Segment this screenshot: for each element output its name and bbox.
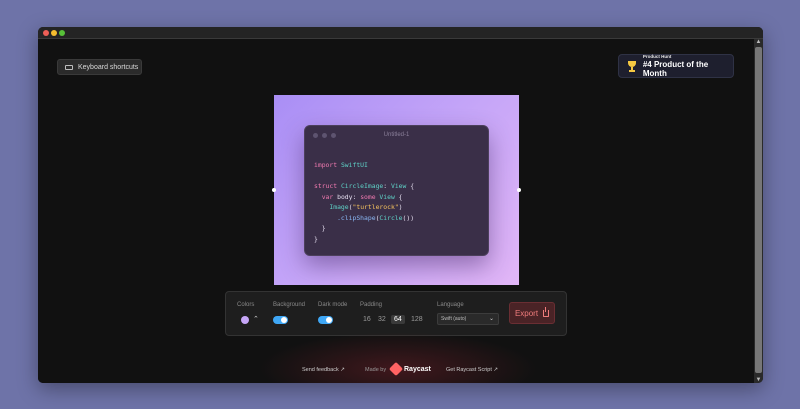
language-value: Swift (auto) <box>441 316 467 322</box>
code-token: Circle <box>379 213 403 222</box>
get-raycast-script-link[interactable]: Get Raycast Script ↗ <box>446 367 498 373</box>
code-token: } <box>314 234 318 243</box>
export-button[interactable]: Export <box>509 302 555 324</box>
title-bar <box>38 27 763 39</box>
resize-handle-right[interactable] <box>517 188 521 192</box>
code-token: ) <box>398 203 403 211</box>
vertical-scrollbar[interactable]: ▲ ▼ <box>754 39 763 383</box>
dark-mode-toggle[interactable] <box>318 316 333 324</box>
code-token: var <box>314 192 334 201</box>
badge-title: #4 Product of the Month <box>642 60 709 78</box>
footer-glow <box>248 329 548 383</box>
maximize-window-button[interactable] <box>59 30 65 36</box>
background-toggle[interactable] <box>273 316 288 324</box>
code-token: } <box>314 224 326 232</box>
code-line: Image("turtlerock") <box>314 202 414 213</box>
close-window-button[interactable] <box>43 30 49 36</box>
code-token: View <box>390 182 407 190</box>
code-line: .clipShape(Circle()) <box>314 213 414 224</box>
code-line: var body: some View { <box>314 192 414 203</box>
code-editor[interactable]: import SwiftUI struct CircleImage: View … <box>314 160 414 244</box>
code-token: CircleImage <box>337 182 384 190</box>
code-token: : <box>383 182 391 190</box>
dark-mode-label: Dark mode <box>318 302 348 308</box>
app-window: Keyboard shortcuts Product Hunt #4 Produ… <box>38 27 763 383</box>
minimize-window-button[interactable] <box>51 30 57 36</box>
chevron-up-icon[interactable]: ⌃ <box>253 315 259 323</box>
code-line: } <box>314 234 414 245</box>
code-token: Image <box>314 203 349 211</box>
code-line: import SwiftUI <box>314 160 414 171</box>
code-token: "turtlerock" <box>352 203 399 211</box>
send-feedback-link[interactable]: Send feedback ↗ <box>302 367 345 373</box>
language-select[interactable]: Swift (auto) ⌄ <box>437 313 499 325</box>
padding-label: Padding <box>360 302 383 308</box>
keyboard-shortcuts-button[interactable]: Keyboard shortcuts <box>57 59 142 75</box>
code-token: import <box>314 161 338 169</box>
language-label: Language <box>437 302 464 308</box>
code-token: { <box>406 182 415 190</box>
export-label: Export <box>514 308 539 318</box>
code-token: { <box>394 192 403 201</box>
code-token: SwiftUI <box>337 161 368 169</box>
raycast-brand[interactable]: Raycast <box>404 366 431 373</box>
color-swatch[interactable] <box>241 316 249 324</box>
colors-label: Colors <box>237 302 255 308</box>
padding-option-32[interactable]: 32 <box>375 315 389 324</box>
code-token: struct <box>314 182 338 190</box>
code-token: body: <box>333 192 361 201</box>
code-token: .clipShape <box>314 213 376 222</box>
padding-option-128[interactable]: 128 <box>408 315 426 324</box>
scroll-down-icon[interactable]: ▼ <box>754 377 763 383</box>
padding-option-64[interactable]: 64 <box>391 315 405 324</box>
made-by-label: Made by <box>365 367 387 373</box>
product-hunt-badge[interactable]: Product Hunt #4 Product of the Month <box>618 54 734 78</box>
scroll-up-icon[interactable]: ▲ <box>754 39 763 45</box>
code-token: ()) <box>402 213 415 222</box>
background-label: Background <box>273 302 306 308</box>
trophy-icon <box>627 60 637 72</box>
keyboard-icon <box>65 64 73 70</box>
page-content: Keyboard shortcuts Product Hunt #4 Produ… <box>38 39 754 383</box>
share-icon <box>543 306 550 317</box>
resize-handle-left[interactable] <box>272 188 276 192</box>
chevron-down-icon: ⌄ <box>488 316 494 322</box>
code-token: View <box>375 192 395 201</box>
scrollbar-thumb[interactable] <box>755 47 762 373</box>
code-window-title[interactable]: Untitled-1 <box>305 132 488 138</box>
code-line: } <box>314 223 414 234</box>
snippet-canvas[interactable]: Untitled-1 import SwiftUI struct CircleI… <box>272 95 521 285</box>
code-line: struct CircleImage: View { <box>314 181 414 192</box>
code-token: some <box>360 192 376 201</box>
padding-option-16[interactable]: 16 <box>360 315 374 324</box>
code-window: Untitled-1 import SwiftUI struct CircleI… <box>304 125 489 256</box>
keyboard-shortcuts-label: Keyboard shortcuts <box>78 63 139 71</box>
